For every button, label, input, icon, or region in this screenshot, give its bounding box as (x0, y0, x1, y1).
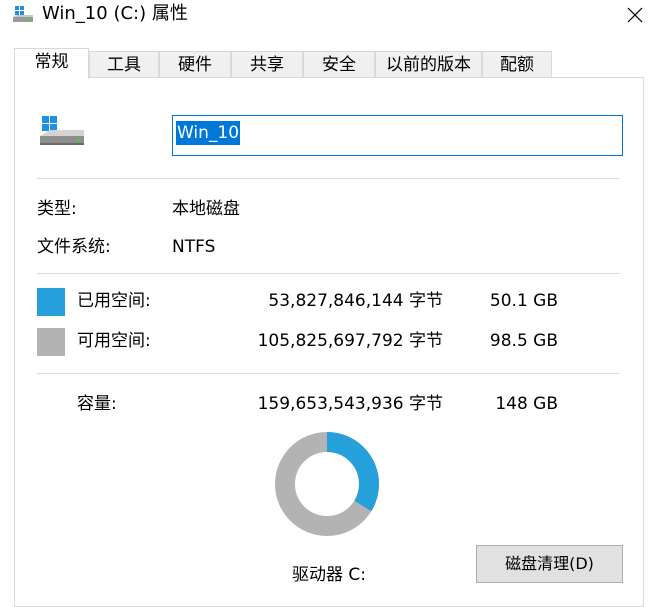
type-value: 本地磁盘 (172, 199, 240, 219)
window-title: Win_10 (C:) 属性 (42, 3, 188, 24)
capacity-label: 容量: (77, 394, 117, 414)
separator (37, 178, 620, 179)
used-space-size: 50.1 GB (489, 291, 558, 311)
used-space-bytes: 53,827,846,144 字节 (268, 291, 443, 311)
tab-quota[interactable]: 配额 (482, 51, 552, 78)
volume-name-selection: Win_10 (176, 121, 241, 145)
tab-tools[interactable]: 工具 (89, 51, 159, 78)
used-space-swatch (37, 288, 65, 316)
separator (37, 273, 620, 274)
tab-previous-versions[interactable]: 以前的版本 (375, 51, 482, 78)
tab-hardware[interactable]: 硬件 (159, 51, 231, 78)
windows-drive-icon (40, 116, 84, 145)
separator (37, 373, 620, 374)
free-space-label: 可用空间: (77, 331, 151, 351)
close-icon (627, 7, 643, 23)
drive-label: 驱动器 C: (292, 565, 367, 585)
file-system-label: 文件系统: (37, 237, 111, 257)
capacity-size: 148 GB (495, 394, 558, 414)
tab-sharing[interactable]: 共享 (231, 51, 303, 78)
capacity-bytes: 159,653,543,936 字节 (257, 394, 443, 414)
free-space-bytes: 105,825,697,792 字节 (257, 331, 443, 351)
used-space-label: 已用空间: (77, 291, 151, 311)
tab-security[interactable]: 安全 (303, 51, 375, 78)
title-bar: Win_10 (C:) 属性 (0, 0, 653, 30)
tab-strip: 常规 工具 硬件 共享 安全 以前的版本 配额 (14, 48, 644, 79)
file-system-value: NTFS (172, 237, 216, 257)
drive-icon (13, 6, 33, 22)
tab-general[interactable]: 常规 (14, 48, 89, 79)
type-label: 类型: (37, 199, 77, 219)
usage-donut (275, 432, 379, 536)
disk-cleanup-button[interactable]: 磁盘清理(D) (476, 545, 623, 583)
free-space-swatch (37, 328, 65, 356)
free-space-size: 98.5 GB (489, 331, 558, 351)
close-button[interactable] (617, 0, 653, 30)
